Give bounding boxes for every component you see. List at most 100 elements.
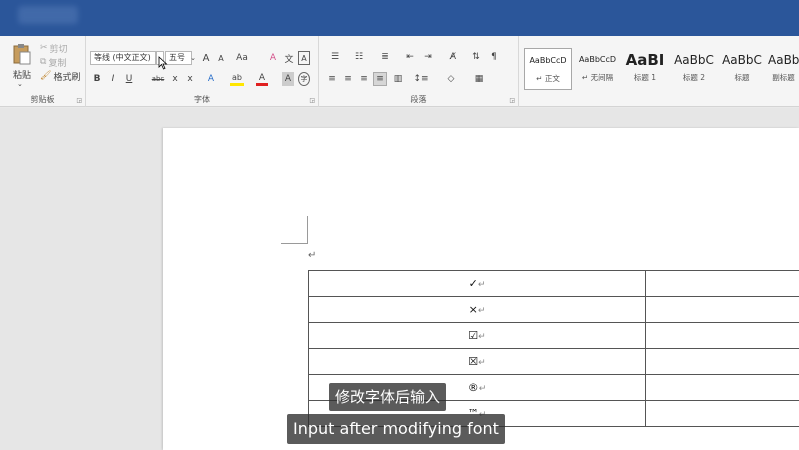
phonetic-guide-button[interactable]: 文: [283, 51, 295, 65]
character-shading-button[interactable]: A: [282, 72, 294, 86]
clear-format-button[interactable]: A: [267, 51, 279, 65]
format-painter-button[interactable]: 🖌 格式刷: [40, 70, 81, 83]
style-heading-2[interactable]: AaBbC 标题 2: [670, 48, 718, 90]
style-preview: AaBbC: [674, 53, 714, 67]
font-size-dropdown[interactable]: ⌄: [190, 51, 196, 65]
style-heading-1[interactable]: AaBI 标题 1: [622, 48, 668, 90]
title-bar: [0, 0, 799, 36]
line-spacing-icon[interactable]: ↕≡: [411, 72, 431, 86]
cut-button[interactable]: ✂ 剪切: [40, 42, 68, 55]
copy-icon: ⧉: [40, 57, 47, 67]
increase-indent-icon[interactable]: ⇥: [421, 50, 435, 64]
paste-button[interactable]: [8, 42, 36, 66]
table-cell[interactable]: [645, 322, 799, 349]
style-preview: AaBI: [625, 51, 665, 69]
shading-icon[interactable]: ◇: [441, 72, 461, 86]
styles-gallery: AaBbCcD ↵ 正文 AaBbCcD ↵ 无间隔 AaBI 标题 1 AaB…: [521, 36, 799, 107]
style-no-spacing[interactable]: AaBbCcD ↵ 无间隔: [574, 48, 621, 90]
clipboard-group: 粘贴 ⌄ ✂ 剪切 ⧉ 复制 🖌 格式刷 剪贴板 ◲: [0, 36, 86, 107]
font-color-button[interactable]: A: [256, 72, 268, 86]
distributed-icon[interactable]: ▥: [391, 72, 405, 86]
blurred-title: [18, 6, 78, 24]
cut-label: 剪切: [49, 44, 68, 55]
table-cell[interactable]: ☒↵: [308, 348, 646, 375]
bullets-icon[interactable]: ☰: [325, 50, 345, 64]
font-group: 等线 (中文正文) ⌄ 五号 ⌄ A A Aa A 文 A B I U abc …: [86, 36, 319, 107]
cell-end-mark: ↵: [478, 358, 486, 368]
style-normal[interactable]: AaBbCcD ↵ 正文: [524, 48, 572, 90]
table-cell[interactable]: [645, 400, 799, 427]
multilevel-list-icon[interactable]: ≣: [375, 50, 395, 64]
strikethrough-button[interactable]: abc: [150, 72, 166, 86]
table-row[interactable]: ☑↵: [308, 322, 799, 349]
numbering-icon[interactable]: ☷: [349, 50, 369, 64]
character-border-button[interactable]: A: [298, 51, 310, 65]
align-right-icon[interactable]: ≡: [357, 72, 371, 86]
font-size-combo[interactable]: 五号: [165, 51, 192, 65]
symbol-text: ×: [468, 303, 478, 316]
table-row[interactable]: ×↵: [308, 296, 799, 323]
brush-icon: 🖌: [40, 71, 52, 81]
text-effects-button[interactable]: A: [204, 72, 218, 86]
copy-label: 复制: [48, 58, 67, 69]
ribbon: 粘贴 ⌄ ✂ 剪切 ⧉ 复制 🖌 格式刷 剪贴板 ◲ 等线 (中文正文) ⌄ 五…: [0, 36, 799, 107]
cell-end-mark: ↵: [477, 306, 486, 316]
style-name: 标题: [734, 73, 750, 82]
symbol-text: ☒: [468, 355, 479, 368]
table-cell[interactable]: ×↵: [308, 296, 646, 323]
table-row[interactable]: ☒↵: [308, 348, 799, 375]
table-cell[interactable]: [645, 374, 799, 401]
table-cell[interactable]: [645, 348, 799, 375]
table-row[interactable]: ✓↵: [308, 270, 799, 297]
paste-label[interactable]: 粘贴: [10, 68, 34, 81]
style-name: 副标题: [772, 73, 795, 82]
align-center-icon[interactable]: ≡: [341, 72, 355, 86]
highlight-button[interactable]: ab: [230, 72, 244, 86]
table-cell[interactable]: ✓↵: [308, 270, 646, 297]
style-preview: AaBb: [768, 53, 799, 67]
symbol-text: ✓: [468, 277, 478, 290]
change-case-button[interactable]: Aa: [234, 51, 250, 65]
subtitle-english: Input after modifying font: [287, 414, 505, 444]
margin-corner-mark: [281, 243, 308, 244]
dialog-launcher-icon[interactable]: ◲: [509, 97, 515, 104]
clipboard-group-label: 剪贴板: [30, 95, 55, 104]
table-cell[interactable]: [645, 270, 799, 297]
chevron-down-icon[interactable]: ⌄: [17, 80, 23, 88]
margin-corner-mark: [307, 216, 308, 244]
clipboard-icon: [13, 44, 31, 65]
table-cell[interactable]: [645, 296, 799, 323]
grow-font-button[interactable]: A: [200, 51, 212, 65]
sort-icon[interactable]: ⇅: [469, 50, 483, 64]
dialog-launcher-icon[interactable]: ◲: [76, 97, 82, 104]
style-title[interactable]: AaBbC 标题: [720, 48, 764, 90]
superscript-button[interactable]: x: [185, 72, 195, 86]
paragraph-group: ☰ ☷ ≣ ⇤ ⇥ A̸ ⇅ ¶ ≡ ≡ ≡ ≡ ▥ ↕≡ ◇ ▦ 段落 ◲: [319, 36, 519, 107]
show-marks-icon[interactable]: ¶: [487, 50, 501, 64]
format-painter-label: 格式刷: [53, 72, 81, 83]
font-name-combo[interactable]: 等线 (中文正文): [90, 51, 156, 65]
borders-icon[interactable]: ▦: [469, 72, 489, 86]
copy-button[interactable]: ⧉ 复制: [40, 56, 67, 69]
style-name: ↵ 无间隔: [581, 73, 614, 82]
font-group-label: 字体: [194, 95, 210, 104]
style-subtitle[interactable]: AaBb 副标题: [768, 48, 799, 90]
bold-button[interactable]: B: [92, 72, 102, 86]
subscript-button[interactable]: x: [170, 72, 180, 86]
underline-button[interactable]: U: [124, 72, 134, 86]
enclose-character-button[interactable]: 字: [298, 72, 310, 86]
mouse-pointer-icon: [158, 56, 168, 70]
italic-button[interactable]: I: [108, 72, 118, 86]
decrease-indent-icon[interactable]: ⇤: [403, 50, 417, 64]
scissors-icon: ✂: [40, 43, 48, 53]
symbol-text: ☑: [468, 329, 479, 342]
subtitle-chinese: 修改字体后输入: [329, 383, 447, 411]
align-left-icon[interactable]: ≡: [325, 72, 339, 86]
chinese-layout-icon[interactable]: A̸: [443, 50, 463, 64]
dialog-launcher-icon[interactable]: ◲: [309, 97, 315, 104]
shrink-font-button[interactable]: A: [216, 51, 226, 65]
table-cell[interactable]: ☑↵: [308, 322, 646, 349]
style-name: 标题 2: [682, 73, 706, 82]
justify-icon[interactable]: ≡: [373, 72, 387, 86]
cell-end-mark: ↵: [477, 280, 486, 290]
